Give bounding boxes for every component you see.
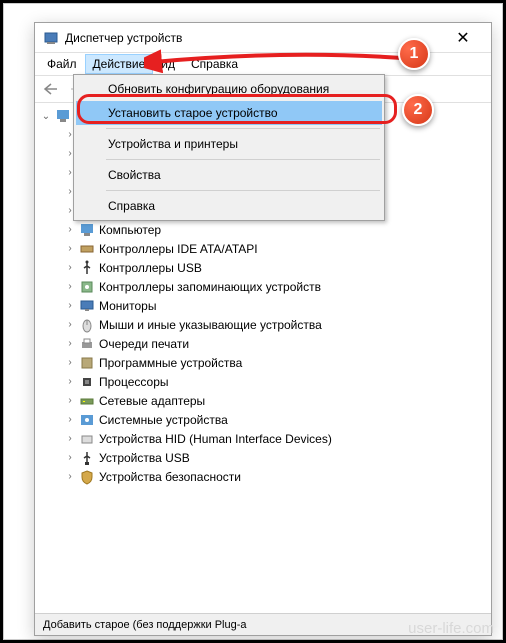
- tree-item[interactable]: › Устройства безопасности: [35, 467, 491, 486]
- dd-separator: [106, 159, 380, 160]
- expand-icon[interactable]: ›: [63, 432, 77, 446]
- tree-item-label: Программные устройства: [99, 356, 242, 370]
- expand-icon[interactable]: ›: [63, 375, 77, 389]
- tree-item-label: Очереди печати: [99, 337, 189, 351]
- expand-icon[interactable]: ›: [63, 261, 77, 275]
- expand-icon[interactable]: ›: [63, 413, 77, 427]
- tree-item[interactable]: › Мониторы: [35, 296, 491, 315]
- tree-item[interactable]: › Устройства HID (Human Interface Devices…: [35, 429, 491, 448]
- tree-item[interactable]: › Мыши и иные указывающие устройства: [35, 315, 491, 334]
- cpu-icon: [79, 374, 95, 390]
- dd-help[interactable]: Справка: [76, 194, 382, 218]
- expand-icon[interactable]: ›: [63, 356, 77, 370]
- expand-icon[interactable]: ›: [63, 318, 77, 332]
- dd-separator: [106, 128, 380, 129]
- printer-icon: [79, 336, 95, 352]
- callout-2: 2: [402, 94, 434, 126]
- watermark: user-life.com: [408, 620, 494, 637]
- expand-icon[interactable]: ›: [63, 299, 77, 313]
- app-icon: [43, 30, 59, 46]
- dd-install-legacy[interactable]: Установить старое устройство: [76, 101, 382, 125]
- usbdev-icon: [79, 450, 95, 466]
- action-dropdown: Обновить конфигурацию оборудования Устан…: [73, 74, 385, 221]
- hid-icon: [79, 431, 95, 447]
- expand-icon[interactable]: ›: [63, 394, 77, 408]
- computer-icon: [55, 108, 71, 124]
- tree-item-label: Мониторы: [99, 299, 156, 313]
- collapse-icon[interactable]: ⌄: [39, 109, 53, 123]
- expand-icon[interactable]: ›: [63, 280, 77, 294]
- dd-properties[interactable]: Свойства: [76, 163, 382, 187]
- tree-item[interactable]: › Программные устройства: [35, 353, 491, 372]
- tree-item[interactable]: › Системные устройства: [35, 410, 491, 429]
- status-text: Добавить старое (без поддержки Plug-a: [43, 619, 247, 631]
- expand-icon[interactable]: ›: [63, 223, 77, 237]
- network-icon: [79, 393, 95, 409]
- tree-item-label: Устройства USB: [99, 451, 190, 465]
- tree-item-label: Системные устройства: [99, 413, 228, 427]
- expand-icon[interactable]: ›: [63, 451, 77, 465]
- menu-file[interactable]: Файл: [39, 54, 85, 74]
- tree-item-label: Контроллеры запоминающих устройств: [99, 280, 321, 294]
- usb-icon: [79, 260, 95, 276]
- mouse-icon: [79, 317, 95, 333]
- tree-item[interactable]: › Устройства USB: [35, 448, 491, 467]
- tree-item-label: Процессоры: [99, 375, 169, 389]
- menu-action[interactable]: Действие: [85, 54, 154, 74]
- storage-icon: [79, 279, 95, 295]
- back-button[interactable]: [39, 77, 63, 101]
- computer-icon: [79, 222, 95, 238]
- tree-item-label: Компьютер: [99, 223, 161, 237]
- security-icon: [79, 469, 95, 485]
- tree-item-label: Мыши и иные указывающие устройства: [99, 318, 322, 332]
- tree-item-label: Сетевые адаптеры: [99, 394, 205, 408]
- close-icon: ✕: [456, 28, 469, 48]
- callout-1: 1: [398, 38, 430, 70]
- expand-icon[interactable]: ›: [63, 470, 77, 484]
- tree-item-label: Контроллеры IDE ATA/ATAPI: [99, 242, 258, 256]
- dd-separator: [106, 190, 380, 191]
- tree-item-label: Устройства безопасности: [99, 470, 241, 484]
- tree-item[interactable]: › Контроллеры USB: [35, 258, 491, 277]
- tree-item[interactable]: › Контроллеры IDE ATA/ATAPI: [35, 239, 491, 258]
- tree-item[interactable]: › Сетевые адаптеры: [35, 391, 491, 410]
- expand-icon[interactable]: ›: [63, 337, 77, 351]
- expand-icon[interactable]: ›: [63, 242, 77, 256]
- tree-item-label: Устройства HID (Human Interface Devices): [99, 432, 332, 446]
- tree-item[interactable]: › Контроллеры запоминающих устройств: [35, 277, 491, 296]
- tree-item[interactable]: › Очереди печати: [35, 334, 491, 353]
- tree-item[interactable]: › Процессоры: [35, 372, 491, 391]
- ide-icon: [79, 241, 95, 257]
- dd-devices-printers[interactable]: Устройства и принтеры: [76, 132, 382, 156]
- monitor-icon: [79, 298, 95, 314]
- tree-item-label: Контроллеры USB: [99, 261, 202, 275]
- tree-item[interactable]: › Компьютер: [35, 220, 491, 239]
- window-title: Диспетчер устройств: [65, 31, 443, 45]
- close-button[interactable]: ✕: [443, 24, 483, 52]
- softdev-icon: [79, 355, 95, 371]
- annotation-arrow: [144, 48, 414, 88]
- system-icon: [79, 412, 95, 428]
